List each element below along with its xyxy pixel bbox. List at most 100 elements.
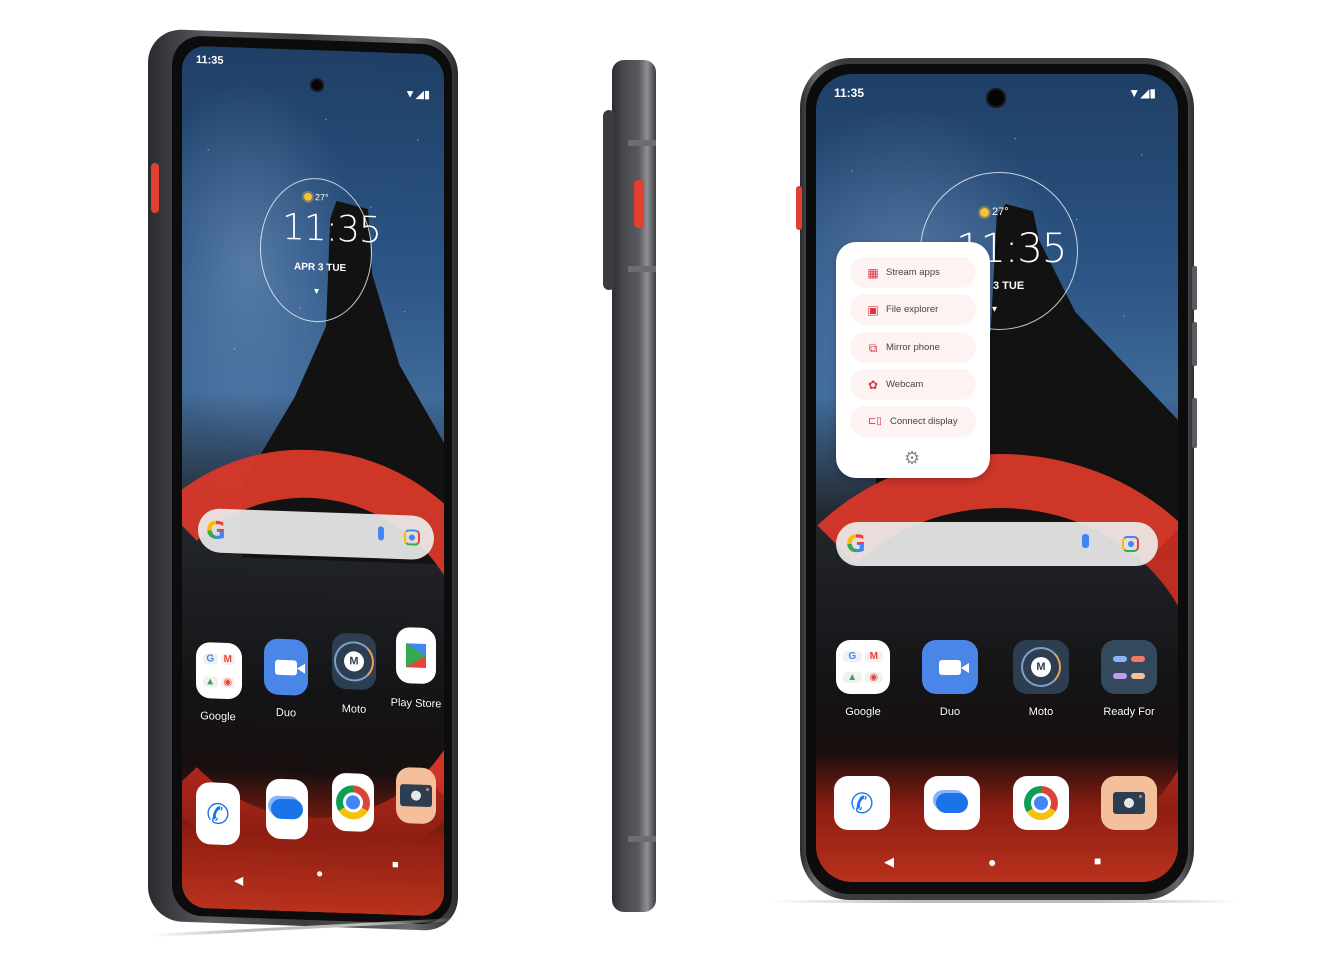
- mic-icon[interactable]: [1082, 534, 1089, 548]
- aperture-icon: ✿: [867, 377, 879, 392]
- menu-item-webcam[interactable]: ✿ Webcam: [850, 369, 976, 400]
- status-time: 11:35: [834, 86, 865, 100]
- nav-recents[interactable]: ■: [392, 859, 399, 871]
- menu-item-label: Mirror phone: [886, 342, 940, 353]
- folder-music-icon: ◉: [864, 672, 883, 684]
- ready-for-tile: [1131, 672, 1145, 679]
- lens-icon[interactable]: [404, 529, 420, 546]
- dock-camera[interactable]: [1101, 776, 1157, 830]
- nav-home[interactable]: ●: [988, 854, 996, 870]
- clock-expand[interactable]: ▾: [992, 304, 997, 315]
- chrome-icon: [1024, 786, 1058, 820]
- gear-icon[interactable]: ⚙: [904, 448, 920, 469]
- folder-google-icon: G: [203, 653, 218, 665]
- ready-for-tile: [1113, 672, 1127, 679]
- signal-icons: ▼◢▮: [404, 88, 430, 102]
- moto-ring-icon: M: [1021, 647, 1061, 687]
- front-camera: [986, 88, 1006, 108]
- side-red-key[interactable]: [634, 180, 644, 228]
- menu-item-label: Webcam: [886, 379, 924, 390]
- google-search-bar[interactable]: G: [836, 522, 1158, 566]
- folder-gmail-icon: M: [220, 654, 235, 666]
- messages-icon: [271, 798, 303, 820]
- moto-ring-icon: M: [334, 640, 374, 683]
- weather: 27°: [304, 192, 329, 203]
- dock-messages[interactable]: [266, 778, 308, 840]
- menu-item-stream-apps[interactable]: ▦ Stream apps: [850, 257, 976, 288]
- weather-temp: 27°: [315, 192, 329, 203]
- camera-icon: [1113, 792, 1145, 814]
- app-play-store[interactable]: [396, 626, 436, 685]
- mic-icon[interactable]: [378, 526, 384, 541]
- play-store-icon: [406, 643, 426, 668]
- menu-item-mirror-phone[interactable]: ⧉ Mirror phone: [850, 332, 976, 363]
- app-moto[interactable]: M: [1013, 640, 1069, 694]
- ready-for-menu: ▦ Stream apps ▣ File explorer ⧉ Mirror p…: [836, 242, 990, 478]
- dock-camera[interactable]: [396, 766, 436, 825]
- folder-drive-icon: ▲: [203, 675, 218, 688]
- clock-date: APR 3 TUE: [294, 261, 347, 275]
- ready-for-tile: [1131, 655, 1145, 662]
- app-ready-for[interactable]: [1101, 640, 1157, 694]
- dock-chrome[interactable]: [1013, 776, 1069, 830]
- right-phone-screen: 11:35 ▼◢▮ 27° 11:35 3 TUE ▾ ▦ Stream app…: [816, 74, 1178, 882]
- clock-expand[interactable]: ▾: [314, 286, 319, 297]
- app-moto[interactable]: M: [332, 632, 376, 691]
- nav-back[interactable]: ◀: [884, 854, 894, 870]
- weather: 27°: [980, 206, 1009, 218]
- right-phone-red-key[interactable]: [796, 186, 802, 230]
- dock-phone[interactable]: ✆: [834, 776, 890, 830]
- nav-recents[interactable]: ■: [1094, 854, 1101, 868]
- nav-home[interactable]: ●: [316, 866, 323, 880]
- status-time: 11:35: [196, 53, 224, 67]
- menu-item-label: Stream apps: [886, 267, 940, 278]
- grid-icon: ▦: [867, 265, 879, 280]
- ready-for-tile: [1113, 655, 1127, 662]
- front-camera: [310, 77, 324, 93]
- side-antenna-line-1: [628, 140, 656, 146]
- dock-chrome[interactable]: [332, 772, 374, 833]
- menu-item-connect-display[interactable]: ⊏▯ Connect display: [850, 406, 976, 437]
- google-logo: G: [206, 516, 226, 545]
- clock-time: 11:35: [282, 206, 381, 252]
- sun-icon: [980, 207, 989, 217]
- volume-up-button[interactable]: [1192, 266, 1197, 310]
- volume-down-button[interactable]: [1192, 322, 1197, 366]
- app-label: Google: [845, 706, 881, 718]
- dock-phone[interactable]: ✆: [196, 781, 240, 846]
- folder-google-icon: G: [843, 650, 862, 662]
- side-antenna-line-3: [628, 836, 656, 842]
- app-google-folder[interactable]: G M ▲ ◉: [196, 641, 242, 700]
- clock-date: 3 TUE: [993, 280, 1025, 292]
- app-duo[interactable]: [264, 638, 308, 696]
- app-duo[interactable]: [922, 640, 978, 694]
- menu-item-label: File explorer: [886, 304, 939, 315]
- camera-icon: [400, 784, 432, 808]
- nav-back[interactable]: ◀: [234, 873, 243, 887]
- video-camera-icon: [275, 659, 297, 675]
- dock-messages[interactable]: [924, 776, 980, 830]
- google-search-bar[interactable]: G: [198, 507, 434, 561]
- signal-icons: ▼◢▮: [1128, 86, 1156, 100]
- folder-icon: ▣: [867, 302, 879, 317]
- sun-icon: [304, 192, 312, 201]
- menu-item-file-explorer[interactable]: ▣ File explorer: [850, 294, 976, 325]
- phone-icon: ✆: [850, 787, 874, 819]
- google-logo: G: [846, 530, 866, 558]
- video-camera-icon: [939, 659, 961, 675]
- mirror-icon: ⧉: [868, 340, 878, 355]
- left-phone-red-key[interactable]: [151, 163, 159, 213]
- chrome-icon: [336, 784, 370, 820]
- left-phone-screen: 11:35 ▼◢▮ 27° 11:35 APR 3 TUE ▾ G G M ▲ …: [182, 45, 444, 917]
- menu-item-label: Connect display: [890, 416, 958, 427]
- weather-temp: 27°: [992, 206, 1009, 218]
- side-camera-bump: [603, 110, 615, 290]
- power-button[interactable]: [1192, 398, 1197, 448]
- messages-icon: [936, 793, 968, 813]
- display-icon: ⊏▯: [868, 415, 882, 427]
- lens-icon[interactable]: [1122, 536, 1139, 552]
- folder-gmail-icon: M: [864, 650, 883, 662]
- app-label: Moto: [1028, 706, 1054, 718]
- app-google-folder[interactable]: G M ▲ ◉: [836, 640, 890, 694]
- folder-music-icon: ◉: [220, 676, 235, 689]
